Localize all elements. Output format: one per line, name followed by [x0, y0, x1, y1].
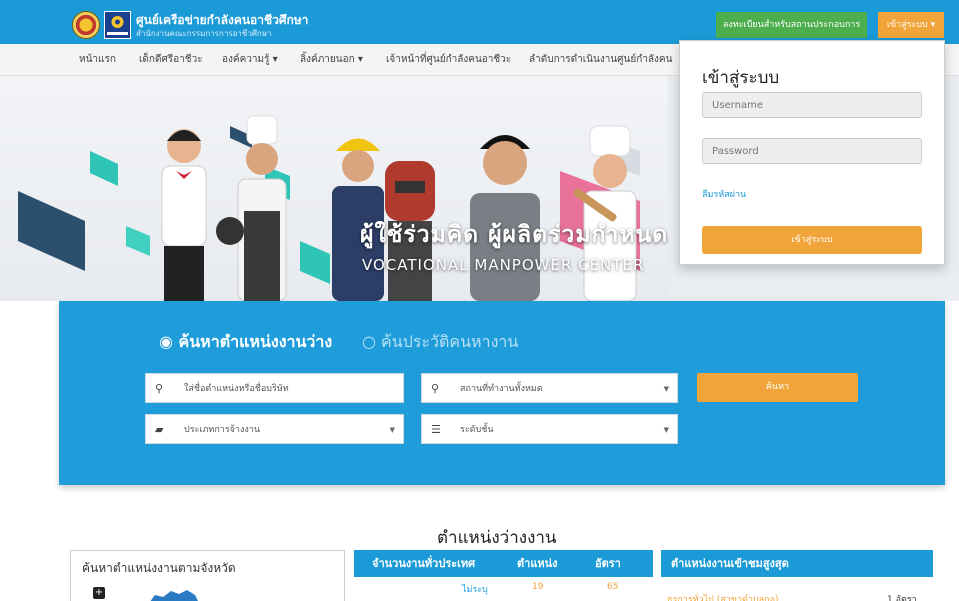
row-positions: 19 [532, 582, 544, 592]
employment-type-value: ประเภทการจ้างงาน [184, 425, 260, 435]
briefcase-icon: ▰ [155, 423, 164, 436]
nav-item-operations[interactable]: ลำดับการดำเนินงานศูนย์กำลังคน [529, 44, 672, 76]
search-button[interactable]: ค้นหา [697, 373, 858, 402]
login-title: เข้าสู่ระบบ [702, 68, 780, 88]
job-search-panel: ◉ ค้นหาตำแหน่งงานว่าง ○ ค้นประวัติคนหางา… [59, 301, 945, 485]
login-panel: เข้าสู่ระบบ ลืมรหัสผ่าน เข้าสู่ระบบ [679, 40, 945, 265]
header-nationwide-jobs: จำนวนงานทั่วประเทศ [372, 557, 476, 570]
password-input[interactable] [702, 138, 922, 164]
ovec-seal-logo[interactable] [72, 11, 100, 39]
manpower-center-logo[interactable] [104, 11, 131, 39]
header-rate: อัตรา [595, 557, 621, 570]
login-dropdown-button[interactable]: เข้าสู่ระบบ ▾ [878, 12, 944, 38]
forgot-password-link[interactable]: ลืมรหัสผ่าน [702, 187, 746, 201]
hero-title: ผู้ใช้ร่วมคิด ผู้ผลิตร่วมกำหนด [360, 222, 669, 248]
row-rate: 65 [607, 582, 619, 592]
most-viewed-jobs-box: ตำแหน่งงานเข้าชมสูงสุด ธุรการทั่วไป (สาข… [661, 550, 933, 601]
nav-item-home[interactable]: หน้าแรก [79, 44, 116, 76]
search-icon: ⚲ [155, 382, 164, 395]
location-select[interactable]: ⚲ สถานที่ทำงานทั้งหมด ▼ [421, 373, 678, 403]
nav-item-good-students[interactable]: เด็กดีศรีอาชีวะ [139, 44, 203, 76]
username-input[interactable] [702, 92, 922, 118]
vacancies-heading: ตำแหน่งว่างงาน [437, 528, 557, 548]
province-search-box: ค้นหาตำแหน่งงานตามจังหวัด + [70, 550, 345, 601]
row-label[interactable]: ไม่ระบุ [462, 582, 488, 596]
hero-subtitle: VOCATIONAL MANPOWER CENTER [362, 256, 645, 274]
most-viewed-heading: ตำแหน่งงานเข้าชมสูงสุด [661, 550, 933, 577]
nav-item-knowledge[interactable]: องค์ความรู้ ▾ [222, 44, 278, 76]
map-pin-icon: ⚲ [431, 382, 440, 395]
keyword-placeholder: ใส่ชื่อตำแหน่งหรือชื่อบริษัท [184, 384, 289, 394]
level-select[interactable]: ☰ ระดับชั้น ▼ [421, 414, 678, 444]
register-employer-button[interactable]: ลงทะเบียนสำหรับสถานประกอบการ [716, 12, 867, 38]
nav-item-external-links[interactable]: ลิ้งค์ภายนอก ▾ [300, 44, 363, 76]
header-positions: ตำแหน่ง [517, 557, 558, 570]
location-value: สถานที่ทำงานทั้งหมด [460, 384, 543, 394]
chef-student-figure [161, 129, 207, 301]
employment-type-select[interactable]: ▰ ประเภทการจ้างงาน ▼ [145, 414, 404, 444]
tab-search-jobs[interactable]: ◉ ค้นหาตำแหน่งงานว่าง [159, 330, 332, 355]
province-search-title: ค้นหาตำแหน่งงานตามจังหวัด [82, 561, 236, 575]
list-icon: ☰ [431, 423, 441, 436]
chevron-down-icon: ▼ [663, 426, 669, 434]
brand-subtitle: สำนักงานคณะกรรมการการอาชีวศึกษา [136, 29, 272, 38]
keyword-search-field[interactable]: ⚲ ใส่ชื่อตำแหน่งหรือชื่อบริษัท [145, 373, 404, 403]
thailand-map[interactable] [149, 589, 199, 601]
level-value: ระดับชั้น [460, 425, 494, 435]
nav-item-staff[interactable]: เจ้าหน้าที่ศูนย์กำลังคนอาชีวะ [386, 44, 511, 76]
nationwide-jobs-table: จำนวนงานทั่วประเทศ ตำแหน่ง อัตรา ไม่ระบุ… [354, 550, 653, 601]
top-bar: ศูนย์เครือข่ายกำลังคนอาชีวศึกษา สำนักงาน… [0, 0, 959, 44]
expand-icon[interactable]: + [93, 587, 105, 599]
stats-table-header: จำนวนงานทั่วประเทศ ตำแหน่ง อัตรา [354, 550, 653, 577]
chevron-down-icon: ▼ [663, 385, 669, 393]
tab-search-resumes[interactable]: ○ ค้นประวัติคนหางาน [362, 330, 518, 355]
most-viewed-job-count: 1 อัตรา [887, 595, 917, 601]
login-submit-button[interactable]: เข้าสู่ระบบ [702, 226, 922, 254]
most-viewed-job-link[interactable]: ธุรการทั่วไป (สาขาตำบลกอ) [667, 592, 779, 601]
chevron-down-icon: ▼ [389, 426, 395, 434]
cook-student-figure [216, 115, 287, 301]
